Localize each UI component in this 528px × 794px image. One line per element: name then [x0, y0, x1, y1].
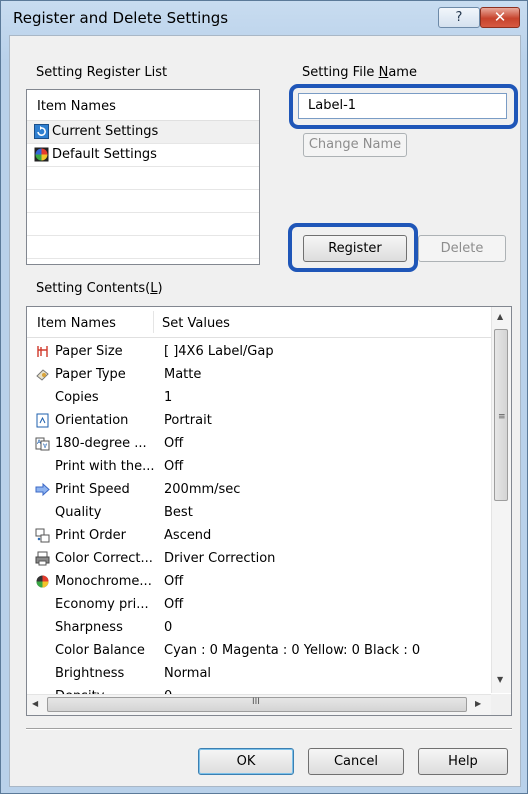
scroll-right-arrow-icon[interactable]: ▶ [475, 699, 481, 708]
arrow-right-icon [35, 482, 50, 497]
set-value-cell: [ ]4X6 Label/Gap [164, 344, 274, 359]
scroll-up-arrow-icon[interactable]: ▲ [497, 312, 503, 321]
set-value-cell: Cyan : 0 Magenta : 0 Yellow: 0 Black : 0 [164, 643, 421, 658]
paper-size-icon [37, 346, 48, 357]
monochrome-icon [36, 575, 49, 588]
refresh-settings-icon [34, 124, 49, 139]
set-value-cell: Driver Correction [164, 551, 276, 566]
list-item-default-settings[interactable]: Default Settings [27, 144, 259, 167]
highlight-file-name [289, 84, 518, 129]
table-row[interactable]: Paper Type Matte [27, 363, 491, 386]
settings-contents-list[interactable]: Item Names Set Values Paper Size [ ]4X6 L… [26, 306, 512, 716]
item-name-cell: Copies [55, 390, 99, 405]
item-name-cell: Economy pri... [55, 597, 149, 612]
item-name-cell: Print Order [55, 528, 126, 543]
scroll-left-arrow-icon[interactable]: ◀ [32, 699, 38, 708]
register-list-label: Setting Register List [36, 65, 168, 80]
table-row[interactable]: Monochrome... Off [27, 570, 491, 593]
item-name-cell: 180-degree ... [55, 436, 147, 451]
set-value-cell: Matte [164, 367, 202, 382]
rotate-icon: A∀ [35, 437, 50, 451]
scroll-down-arrow-icon[interactable]: ▼ [497, 675, 503, 684]
color-wheel-icon [34, 147, 49, 162]
column-header-item-names[interactable]: Item Names [37, 316, 116, 331]
table-row[interactable]: Print with the... Off [27, 455, 491, 478]
contents-header: Item Names Set Values [27, 307, 491, 338]
table-row[interactable]: A ∀ 180-degree ... Off [27, 432, 491, 455]
set-value-cell: Ascend [164, 528, 212, 543]
item-name-cell: Orientation [55, 413, 129, 428]
horizontal-scroll-thumb[interactable]: III [47, 697, 467, 712]
title-bar[interactable]: Register and Delete Settings ? ✕ [1, 1, 527, 35]
cancel-button[interactable]: Cancel [308, 748, 404, 775]
grip-icon: III [252, 697, 260, 707]
list-item-current-settings[interactable]: Current Settings [27, 121, 259, 144]
table-row[interactable]: Print Speed 200mm/sec [27, 478, 491, 501]
register-list-header[interactable]: Item Names [27, 90, 259, 121]
vertical-scrollbar[interactable]: ▲ ≡ ▼ [491, 307, 511, 693]
set-value-cell: 1 [164, 390, 173, 405]
item-name-cell: Sharpness [55, 620, 123, 635]
table-row[interactable]: Paper Size [ ]4X6 Label/Gap [27, 340, 491, 363]
question-icon: ? [455, 10, 463, 25]
paper-type-icon [36, 369, 49, 381]
item-name-cell: Print with the... [55, 459, 155, 474]
item-name-cell: Color Balance [55, 643, 145, 658]
list-item-empty[interactable] [27, 213, 259, 236]
highlight-register [288, 223, 418, 272]
orientation-icon [36, 413, 49, 428]
delete-button[interactable]: Delete [418, 235, 506, 262]
set-value-cell: Normal [164, 666, 212, 681]
table-row[interactable]: Color Balance Cyan : 0 Magenta : 0 Yellow… [27, 639, 491, 662]
horizontal-scrollbar[interactable]: ◀ III ▶ [27, 694, 491, 715]
set-value-cell: Portrait [164, 413, 212, 428]
item-name-cell: Paper Type [55, 367, 126, 382]
table-row[interactable]: Orientation Portrait [27, 409, 491, 432]
dialog-title: Register and Delete Settings [13, 9, 229, 27]
set-value-cell: Off [164, 597, 184, 612]
set-value-cell: Off [164, 459, 184, 474]
contents-label: Setting Contents(L) [36, 281, 163, 296]
dialog-window: Register and Delete Settings ? ✕ Setting… [0, 0, 528, 794]
set-value-cell: 0 [164, 620, 173, 635]
grip-icon: ≡ [498, 412, 506, 422]
help-button[interactable]: Help [418, 748, 508, 775]
change-name-button[interactable]: Change Name [303, 133, 407, 157]
list-item-empty[interactable] [27, 190, 259, 213]
item-name-cell: Monochrome... [55, 574, 152, 589]
item-name-cell: Brightness [55, 666, 125, 681]
item-name-cell: Print Speed [55, 482, 130, 497]
table-row[interactable]: Sharpness 0 [27, 616, 491, 639]
item-name-cell: Color Correct... [55, 551, 153, 566]
register-list[interactable]: Item Names Current Settings Default Sett… [26, 89, 260, 265]
scrollbar-corner [491, 694, 511, 715]
vertical-scroll-thumb[interactable]: ≡ [494, 329, 508, 501]
title-help-button[interactable]: ? [438, 7, 480, 28]
table-row[interactable]: Quality Best [27, 501, 491, 524]
print-order-icon [35, 528, 50, 543]
table-row[interactable]: Print Order Ascend [27, 524, 491, 547]
close-icon: ✕ [493, 8, 507, 26]
list-item-empty[interactable] [27, 167, 259, 190]
ok-button[interactable]: OK [198, 748, 294, 775]
footer-divider [26, 728, 512, 730]
column-header-set-values[interactable]: Set Values [162, 316, 230, 331]
item-name-cell: Quality [55, 505, 102, 520]
column-divider[interactable] [153, 311, 154, 333]
table-row[interactable]: Copies 1 [27, 386, 491, 409]
set-value-cell: Off [164, 436, 184, 451]
set-value-cell: Best [164, 505, 193, 520]
set-value-cell: Off [164, 574, 184, 589]
table-row[interactable]: Color Correct... Driver Correction [27, 547, 491, 570]
list-item-empty[interactable] [27, 236, 259, 259]
printer-icon [35, 551, 50, 566]
table-row[interactable]: Brightness Normal [27, 662, 491, 685]
file-name-label: Setting File Name [302, 65, 417, 80]
title-close-button[interactable]: ✕ [480, 7, 520, 28]
item-name-cell: Paper Size [55, 344, 123, 359]
table-row[interactable]: Economy pri... Off [27, 593, 491, 616]
set-value-cell: 200mm/sec [164, 482, 241, 497]
